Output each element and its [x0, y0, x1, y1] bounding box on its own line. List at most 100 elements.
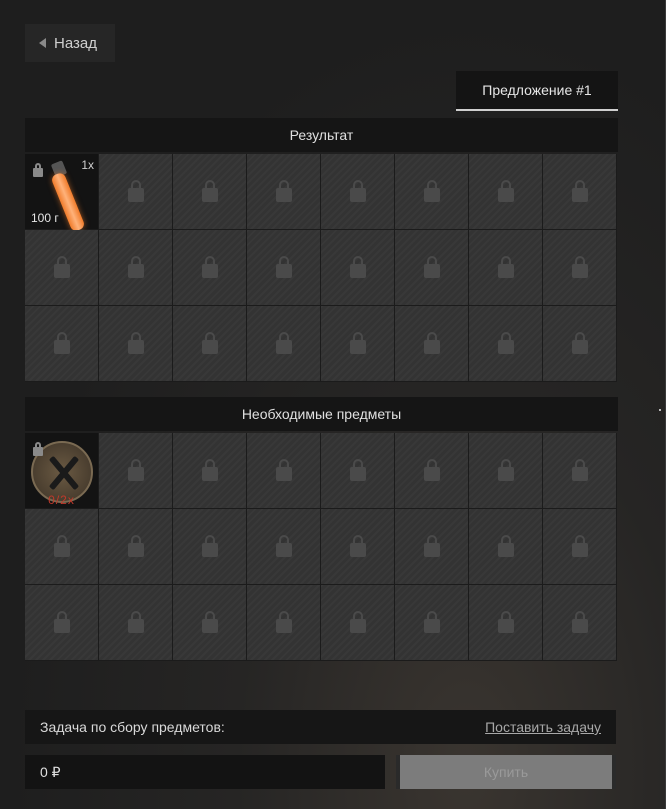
lock-icon [349, 534, 366, 557]
lock-icon [497, 534, 514, 557]
slot-cell [395, 433, 469, 509]
lock-icon [571, 179, 588, 202]
slot-cell [99, 433, 173, 509]
lock-icon [423, 179, 440, 202]
slot-cell [173, 585, 247, 661]
lock-icon [423, 534, 440, 557]
lock-icon [571, 534, 588, 557]
lock-icon [497, 331, 514, 354]
lock-icon [33, 442, 43, 456]
lock-icon [33, 163, 43, 177]
lock-icon [571, 331, 588, 354]
slot-cell [543, 585, 617, 661]
slot-cell [321, 509, 395, 585]
slot-cell [469, 306, 543, 382]
lock-icon [349, 255, 366, 278]
required-title: Необходимые предметы [241, 406, 402, 422]
lock-icon [275, 610, 292, 633]
slot-cell [469, 585, 543, 661]
back-button[interactable]: Назад [25, 24, 115, 62]
result-grid: 1x 100 г [25, 154, 617, 382]
lock-icon [127, 610, 144, 633]
lock-icon [349, 179, 366, 202]
price-value: 0 ₽ [40, 763, 61, 780]
lock-icon [275, 179, 292, 202]
slot-cell [395, 154, 469, 230]
lock-icon [423, 331, 440, 354]
task-label: Задача по сбору предметов: [40, 719, 225, 735]
slot-cell [247, 306, 321, 382]
slot-cell [543, 154, 617, 230]
lock-icon [201, 331, 218, 354]
lock-icon [349, 458, 366, 481]
slot-cell [321, 433, 395, 509]
slot-cell [543, 433, 617, 509]
lock-icon [349, 610, 366, 633]
lock-icon [53, 534, 70, 557]
lock-icon [53, 255, 70, 278]
buy-label: Купить [483, 764, 529, 780]
lock-icon [201, 458, 218, 481]
lock-icon [497, 610, 514, 633]
lock-icon [571, 610, 588, 633]
lock-icon [53, 331, 70, 354]
lock-icon [201, 534, 218, 557]
scroll-marker [659, 409, 661, 411]
offer-tab-label: Предложение #1 [482, 82, 592, 98]
task-bar: Задача по сбору предметов: Поставить зад… [25, 710, 616, 744]
slot-cell [247, 230, 321, 306]
lock-icon [497, 255, 514, 278]
slot-cell [173, 433, 247, 509]
slot-cell [99, 154, 173, 230]
slot-cell [395, 230, 469, 306]
slot-cell [25, 306, 99, 382]
slot-cell [469, 230, 543, 306]
slot-cell [469, 154, 543, 230]
lock-icon [53, 610, 70, 633]
slot-cell [247, 433, 321, 509]
slot-cell [99, 509, 173, 585]
lock-icon [497, 458, 514, 481]
slot-cell [395, 585, 469, 661]
slot-cell [247, 154, 321, 230]
lock-icon [571, 458, 588, 481]
set-task-link[interactable]: Поставить задачу [485, 719, 601, 735]
lock-icon [127, 179, 144, 202]
lock-icon [201, 610, 218, 633]
tab-offer-1[interactable]: Предложение #1 [456, 71, 618, 111]
slot-cell [173, 509, 247, 585]
required-header: Необходимые предметы [25, 397, 618, 431]
slot-cell [25, 585, 99, 661]
required-grid: 0/2x [25, 433, 617, 661]
slot-cell [321, 154, 395, 230]
slot-cell [99, 230, 173, 306]
lock-icon [201, 255, 218, 278]
item-count: 1x [81, 158, 94, 172]
back-arrow-icon [39, 38, 46, 48]
slot-cell [321, 230, 395, 306]
lock-icon [275, 255, 292, 278]
back-label: Назад [54, 34, 97, 52]
lock-icon [275, 331, 292, 354]
slot-cell [25, 509, 99, 585]
buy-button[interactable]: Купить [396, 755, 616, 789]
slot-cell [247, 509, 321, 585]
price-display: 0 ₽ [25, 755, 385, 789]
result-header: Результат [25, 118, 618, 152]
result-item-slot[interactable]: 1x 100 г [25, 154, 99, 233]
lock-icon [127, 255, 144, 278]
slot-cell [543, 509, 617, 585]
slot-cell [173, 306, 247, 382]
required-item-slot[interactable]: 0/2x [25, 433, 99, 509]
lock-icon [497, 179, 514, 202]
slot-cell [25, 230, 99, 306]
required-count: 0/2x [48, 493, 75, 507]
lock-icon [571, 255, 588, 278]
lock-icon [275, 458, 292, 481]
slot-cell [99, 585, 173, 661]
slot-cell [395, 306, 469, 382]
slot-cell [321, 585, 395, 661]
lock-icon [423, 610, 440, 633]
slot-cell [321, 306, 395, 382]
result-title: Результат [289, 127, 354, 143]
